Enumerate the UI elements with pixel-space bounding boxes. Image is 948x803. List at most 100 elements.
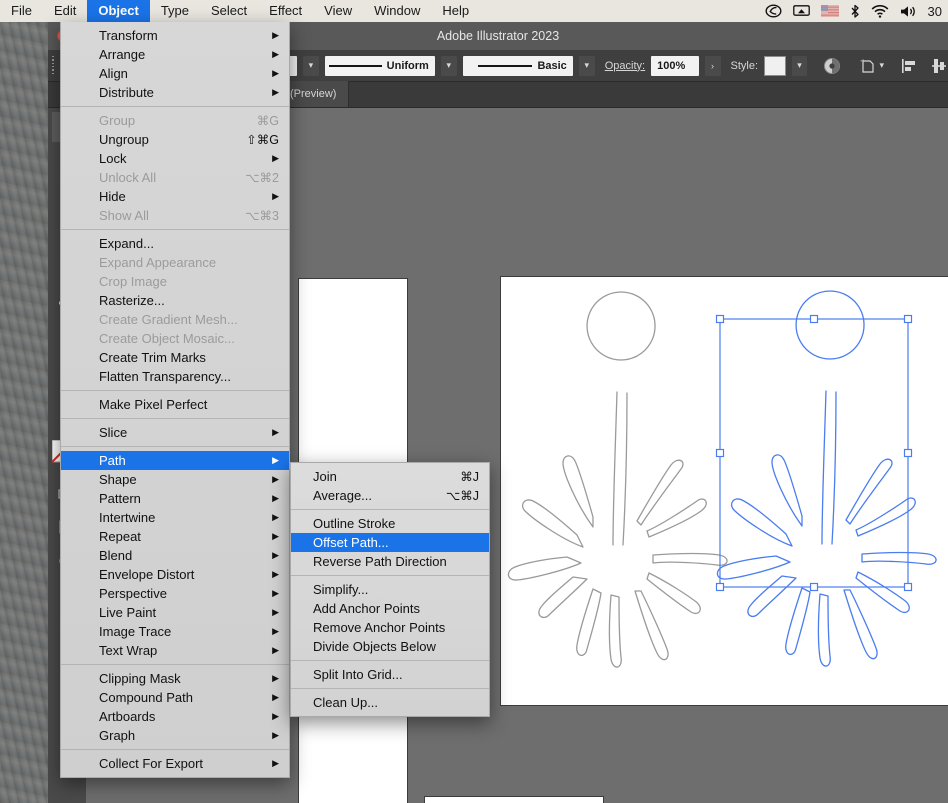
object-menu-item-text-wrap[interactable]: Text Wrap ▶: [61, 641, 289, 660]
panel-drag-grip[interactable]: [52, 56, 60, 74]
menu-file[interactable]: File: [0, 0, 43, 22]
dandelion-outline-selected[interactable]: [500, 276, 948, 706]
submenu-arrow-icon: ▶: [272, 531, 279, 541]
submenu-arrow-icon: ▶: [272, 474, 279, 484]
style-swatch[interactable]: [764, 55, 786, 76]
object-menu-item-expand[interactable]: Expand...: [61, 234, 289, 253]
menu-item-label: Arrange: [99, 47, 146, 62]
path-submenu-item-join[interactable]: Join ⌘J: [291, 467, 489, 486]
opacity-flyout-icon[interactable]: ›: [704, 55, 721, 76]
object-menu-item-graph[interactable]: Graph ▶: [61, 726, 289, 745]
path-submenu-item-offset-path[interactable]: Offset Path...: [291, 533, 489, 552]
screen-mirroring-icon[interactable]: [792, 4, 810, 18]
object-menu-item-perspective[interactable]: Perspective ▶: [61, 584, 289, 603]
menu-item-label: Expand Appearance: [99, 255, 217, 270]
object-menu-item-shape[interactable]: Shape ▶: [61, 470, 289, 489]
object-menu-item-artboards[interactable]: Artboards ▶: [61, 707, 289, 726]
menu-item-label: Live Paint: [99, 605, 157, 620]
object-menu-item-intertwine[interactable]: Intertwine ▶: [61, 508, 289, 527]
style-dropdown-icon[interactable]: ▾: [791, 55, 808, 76]
object-menu-item-arrange[interactable]: Arrange ▶: [61, 45, 289, 64]
object-menu-item-ungroup[interactable]: Ungroup ⇧⌘G: [61, 130, 289, 149]
menu-select[interactable]: Select: [200, 0, 258, 22]
menu-item-label: Flatten Transparency...: [99, 369, 231, 384]
menu-item-label: Make Pixel Perfect: [99, 397, 208, 412]
brush-definition-dropdown-icon[interactable]: ▾: [578, 55, 595, 76]
object-menu-item-repeat[interactable]: Repeat ▶: [61, 527, 289, 546]
path-submenu-item-reverse-path-direction[interactable]: Reverse Path Direction: [291, 552, 489, 571]
path-submenu-item-outline-stroke[interactable]: Outline Stroke: [291, 514, 489, 533]
object-menu-dropdown[interactable]: Transform ▶ Arrange ▶ Align ▶ Distribute ▶ Group…: [60, 22, 290, 778]
menu-effect[interactable]: Effect: [258, 0, 313, 22]
object-menu-item-hide[interactable]: Hide ▶: [61, 187, 289, 206]
path-submenu-item-remove-anchor-points[interactable]: Remove Anchor Points: [291, 618, 489, 637]
submenu-arrow-icon: ▶: [272, 427, 279, 437]
object-menu-item-collect-for-export[interactable]: Collect For Export ▶: [61, 754, 289, 773]
path-submenu-item-divide-objects-below[interactable]: Divide Objects Below: [291, 637, 489, 656]
align-left-icon[interactable]: [900, 57, 918, 75]
object-menu-item-group: Group ⌘G: [61, 111, 289, 130]
object-menu-item-slice[interactable]: Slice ▶: [61, 423, 289, 442]
object-menu-item-live-paint[interactable]: Live Paint ▶: [61, 603, 289, 622]
artboard-bottom[interactable]: [424, 796, 604, 803]
object-menu-item-lock[interactable]: Lock ▶: [61, 149, 289, 168]
bluetooth-icon[interactable]: [850, 4, 860, 19]
path-submenu-item-average[interactable]: Average... ⌥⌘J: [291, 486, 489, 505]
battery-percentage-label[interactable]: 30: [928, 4, 942, 19]
object-menu-item-show-all: Show All ⌥⌘3: [61, 206, 289, 225]
menu-help[interactable]: Help: [431, 0, 480, 22]
object-menu-item-crop-image: Crop Image: [61, 272, 289, 291]
path-submenu-dropdown[interactable]: Join ⌘J Average... ⌥⌘J Outline Stroke Offset …: [290, 462, 490, 717]
opacity-input[interactable]: 100%: [651, 55, 699, 76]
menu-item-label: Create Trim Marks: [99, 350, 206, 365]
path-submenu-item-split-into-grid[interactable]: Split Into Grid...: [291, 665, 489, 684]
menu-item-label: Outline Stroke: [313, 516, 396, 531]
object-menu-item-align[interactable]: Align ▶: [61, 64, 289, 83]
object-menu-item-image-trace[interactable]: Image Trace ▶: [61, 622, 289, 641]
object-menu-item-distribute[interactable]: Distribute ▶: [61, 83, 289, 102]
stroke-weight-dropdown-icon[interactable]: ▾: [302, 55, 319, 76]
brush-definition-field[interactable]: Basic: [462, 55, 573, 76]
menu-edit[interactable]: Edit: [43, 0, 87, 22]
object-menu-item-envelope-distort[interactable]: Envelope Distort ▶: [61, 565, 289, 584]
submenu-arrow-icon: ▶: [272, 493, 279, 503]
menu-object[interactable]: Object: [87, 0, 150, 22]
volume-icon[interactable]: [900, 5, 917, 18]
menu-item-label: Add Anchor Points: [313, 601, 420, 616]
object-menu-item-path[interactable]: Path ▶: [61, 451, 289, 470]
stroke-profile-dropdown-icon[interactable]: ▾: [440, 55, 457, 76]
object-menu-item-rasterize[interactable]: Rasterize...: [61, 291, 289, 310]
selection-bounding-box: [715, 314, 913, 592]
recolor-artwork-icon[interactable]: [823, 57, 841, 75]
align-center-vertical-icon[interactable]: [930, 57, 948, 75]
path-submenu-item-clean-up[interactable]: Clean Up...: [291, 693, 489, 712]
menu-window[interactable]: Window: [363, 0, 431, 22]
menu-item-label: Join: [313, 469, 337, 484]
object-menu-item-compound-path[interactable]: Compound Path ▶: [61, 688, 289, 707]
menu-item-label: Text Wrap: [99, 643, 158, 658]
menu-view[interactable]: View: [313, 0, 363, 22]
object-menu-item-transform[interactable]: Transform ▶: [61, 26, 289, 45]
opacity-label[interactable]: Opacity:: [605, 60, 645, 72]
submenu-arrow-icon: ▶: [272, 645, 279, 655]
menu-item-label: Reverse Path Direction: [313, 554, 447, 569]
transform-dropdown-icon[interactable]: ▾: [859, 57, 884, 75]
path-submenu-item-simplify[interactable]: Simplify...: [291, 580, 489, 599]
stroke-profile-field[interactable]: Uniform: [324, 55, 435, 76]
creative-cloud-icon[interactable]: [765, 4, 782, 18]
menu-item-label: Image Trace: [99, 624, 172, 639]
path-submenu-item-add-anchor-points[interactable]: Add Anchor Points: [291, 599, 489, 618]
object-menu-item-pattern[interactable]: Pattern ▶: [61, 489, 289, 508]
submenu-arrow-icon: ▶: [272, 607, 279, 617]
menu-item-label: Unlock All: [99, 170, 157, 185]
wifi-icon[interactable]: [871, 4, 889, 18]
object-menu-item-blend[interactable]: Blend ▶: [61, 546, 289, 565]
menu-type[interactable]: Type: [150, 0, 200, 22]
us-flag-icon[interactable]: [820, 5, 839, 17]
object-menu-item-create-trim-marks[interactable]: Create Trim Marks: [61, 348, 289, 367]
object-menu-item-clipping-mask[interactable]: Clipping Mask ▶: [61, 669, 289, 688]
object-menu-item-make-pixel-perfect[interactable]: Make Pixel Perfect: [61, 395, 289, 414]
object-menu-item-flatten-transparency[interactable]: Flatten Transparency...: [61, 367, 289, 386]
menu-item-shortcut: ⌘J: [460, 470, 479, 484]
menu-item-label: Expand...: [99, 236, 154, 251]
